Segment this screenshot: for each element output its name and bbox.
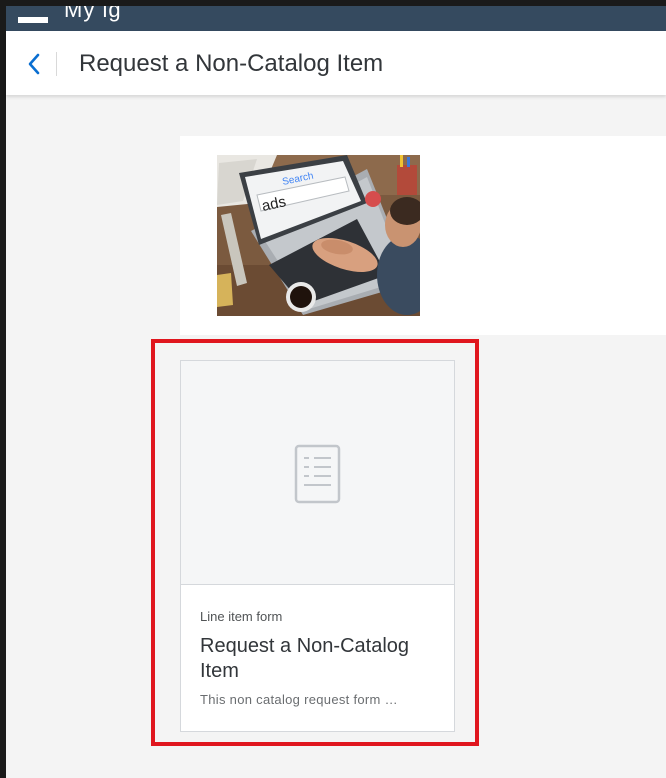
document-icon bbox=[294, 444, 341, 504]
page-title: Request a Non-Catalog Item bbox=[79, 50, 384, 77]
shell-title: My ig bbox=[64, 6, 122, 22]
line-item-form-card[interactable]: Line item form Request a Non-Catalog Ite… bbox=[180, 360, 455, 732]
card-image-placeholder bbox=[181, 361, 454, 585]
header-divider bbox=[56, 52, 57, 76]
shell-logo-mark bbox=[18, 17, 48, 23]
banner-image: Search ads bbox=[217, 155, 420, 316]
card-type-label: Line item form bbox=[200, 609, 283, 624]
back-button[interactable] bbox=[22, 51, 46, 77]
card-title: Request a Non-Catalog Item bbox=[200, 635, 410, 682]
shell-bar: My ig bbox=[6, 6, 666, 31]
back-chevron-icon bbox=[28, 53, 40, 75]
card-description: This non catalog request form … bbox=[200, 692, 398, 707]
page-header: Request a Non-Catalog Item bbox=[6, 31, 666, 95]
